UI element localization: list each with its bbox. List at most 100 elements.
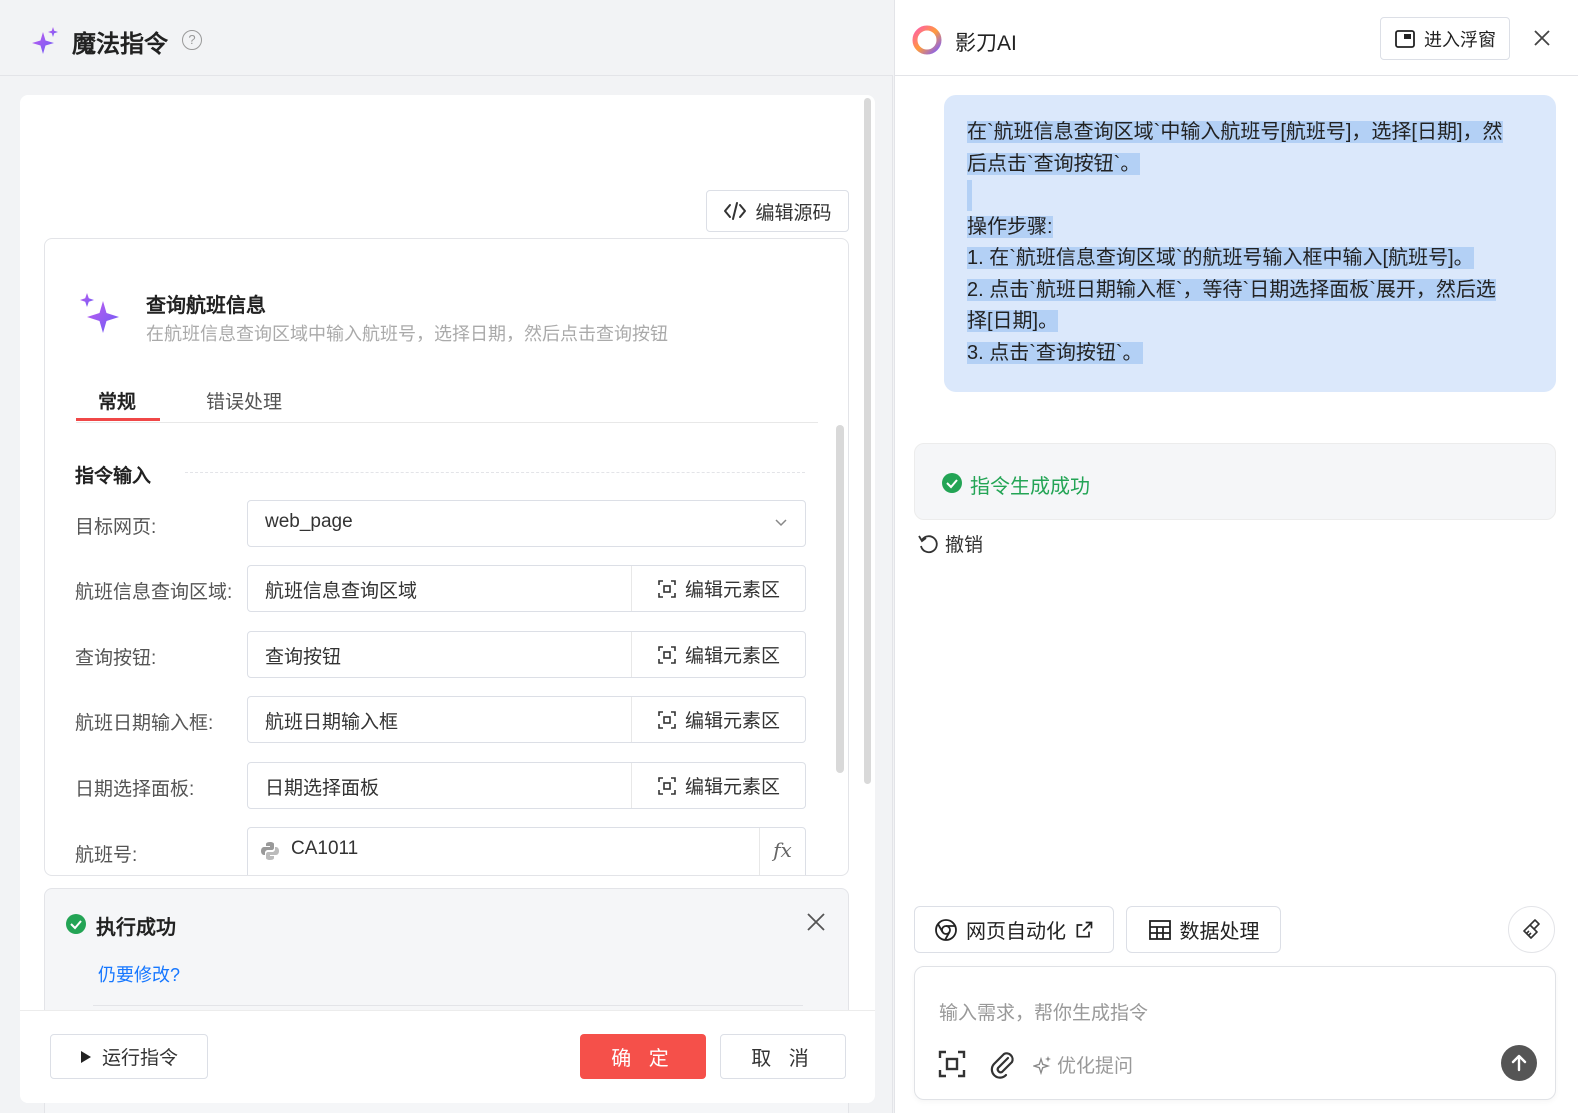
field-value: CA1011 [291,838,359,859]
play-icon [80,1050,91,1063]
chat-input-box[interactable]: 输入需求，帮你生成指令 优化提问 [914,966,1556,1100]
result-title: 执行成功 [96,917,176,939]
table-icon [1148,919,1171,940]
python-icon [261,842,279,860]
message-line: 后点击`查询按钮`。 [967,152,1141,175]
date-picker-panel-field[interactable]: 日期选择面板 编辑元素区 [247,762,806,809]
field-label: 日期选择面板: [75,779,195,800]
command-form: 编辑源码 查询航班信息 在航班信息查询区域中输入航班号，选择日期，然后点击查询按… [20,95,875,1113]
message-line: 3. 点击`查询按钮`。 [967,341,1143,364]
still-modify-link[interactable]: 仍要修改? [98,961,180,987]
close-icon[interactable] [1531,27,1553,49]
confirm-button[interactable]: 确 定 [580,1034,706,1079]
edit-source-button[interactable]: 编辑源码 [706,190,849,232]
edit-element-label: 编辑元素区 [684,646,780,667]
target-page-select[interactable]: web_page [247,500,806,547]
undo-label: 撤销 [945,535,984,556]
sparkle-icon [1033,1055,1051,1075]
window-icon [1395,29,1415,48]
scan-icon [658,579,676,598]
send-button[interactable] [1501,1045,1537,1081]
tab-error-handling[interactable]: 错误处理 [206,387,282,414]
assistant-name: 影刀AI [955,32,1017,55]
run-command-label: 运行指令 [101,1048,178,1069]
chat-input-placeholder[interactable]: 输入需求，帮你生成指令 [939,998,1148,1025]
external-link-icon [1076,921,1093,937]
message-line: 择[日期]。 [967,310,1059,332]
field-value: web_page [265,511,353,532]
message-line: 操作步骤: [967,215,1053,238]
code-icon [724,202,747,220]
edit-source-label: 编辑源码 [755,202,832,224]
assistant-header: 影刀AI 进入浮窗 [895,0,1578,76]
field-label: 航班日期输入框: [75,713,214,734]
help-icon[interactable]: ? [182,30,202,50]
cancel-button[interactable]: 取 消 [720,1034,846,1079]
undo-icon [918,534,938,553]
section-divider [185,472,805,473]
chrome-icon [935,918,957,941]
web-automation-chip[interactable]: 网页自动化 [914,906,1114,953]
command-card: 查询航班信息 在航班信息查询区域中输入航班号，选择日期，然后点击查询按钮 常规 … [44,238,849,876]
active-tab-indicator [76,418,160,421]
field-label: 目标网页: [75,517,157,538]
edit-element-button[interactable]: 编辑元素区 [631,697,805,742]
web-automation-label: 网页自动化 [966,921,1066,943]
float-window-button[interactable]: 进入浮窗 [1380,17,1510,60]
close-icon[interactable] [805,911,827,933]
chevron-down-icon [775,519,787,527]
section-title: 指令输入 [75,466,152,487]
outer-scrollbar[interactable] [864,98,871,784]
screenshot-icon[interactable] [937,1049,967,1079]
page-title: 魔法指令 [72,31,168,58]
command-title: 查询航班信息 [146,295,266,317]
fx-icon[interactable]: fx [759,828,805,875]
field-value: 航班信息查询区域 [265,581,418,602]
field-value: 查询按钮 [265,647,342,668]
ai-logo-icon [912,25,942,55]
optimize-prompt-button[interactable]: 优化提问 [1033,1051,1133,1078]
query-button-field[interactable]: 查询按钮 编辑元素区 [247,631,806,678]
footer-bar: 运行指令 确 定 取 消 [20,1010,875,1103]
edit-element-button[interactable]: 编辑元素区 [631,566,805,611]
edit-element-label: 编辑元素区 [684,580,780,601]
broom-icon [1522,918,1540,939]
scan-icon [658,710,676,729]
tab-general[interactable]: 常规 [98,387,136,414]
edit-element-button[interactable]: 编辑元素区 [631,763,805,808]
scan-icon [658,776,676,795]
float-window-label: 进入浮窗 [1424,29,1496,50]
message-line: 1. 在`航班信息查询区域`的航班号输入框中输入[航班号]。 [967,247,1474,269]
flight-query-area-field[interactable]: 航班信息查询区域 编辑元素区 [247,565,806,612]
clear-chat-button[interactable] [1508,906,1555,953]
edit-element-label: 编辑元素区 [684,711,780,732]
data-processing-chip[interactable]: 数据处理 [1126,906,1281,953]
edit-element-button[interactable]: 编辑元素区 [631,632,805,677]
user-message-text: 在`航班信息查询区域`中输入航班号[航班号]，选择[日期]，然 后点击`查询按钮… [967,117,1537,369]
data-processing-label: 数据处理 [1179,921,1260,943]
message-line: 在`航班信息查询区域`中输入航班号[航班号]，选择[日期]，然 [967,121,1503,143]
generation-status: 指令生成成功 [914,443,1556,520]
optimize-prompt-label: 优化提问 [1057,1056,1134,1077]
sparkle-icon [32,27,58,54]
ai-assistant-panel: 影刀AI 进入浮窗 在`航班信息查询区域`中输入航班号[航班号]，选择[日期]，… [894,0,1578,1113]
field-label: 航班号: [75,845,138,866]
flight-date-input-field[interactable]: 航班日期输入框 编辑元素区 [247,696,806,743]
magic-command-panel: 魔法指令 ? 编辑源码 查询航班信息 在航班信息查询区域中输入航班号，选择日期，… [0,0,893,1113]
field-label: 航班信息查询区域: [75,582,233,603]
flight-number-field[interactable]: CA1011 fx [247,827,806,875]
attachment-icon[interactable] [988,1049,1016,1079]
panel-header: 魔法指令 ? [0,0,893,76]
message-line: 2. 点击`航班日期输入框`，等待`日期选择面板`展开，然后选 [967,278,1496,301]
undo-button[interactable]: 撤销 [917,530,983,557]
sparkle-icon [80,293,119,333]
form-scrollbar[interactable] [836,425,844,773]
status-text: 指令生成成功 [970,476,1090,498]
field-value: 日期选择面板 [265,778,380,799]
user-message-bubble: 在`航班信息查询区域`中输入航班号[航班号]，选择[日期]，然 后点击`查询按钮… [944,95,1556,392]
field-label: 查询按钮: [75,648,157,669]
edit-element-label: 编辑元素区 [684,777,780,798]
divider [93,1005,803,1006]
command-description: 在航班信息查询区域中输入航班号，选择日期，然后点击查询按钮 [146,324,668,344]
run-command-button[interactable]: 运行指令 [50,1034,208,1079]
